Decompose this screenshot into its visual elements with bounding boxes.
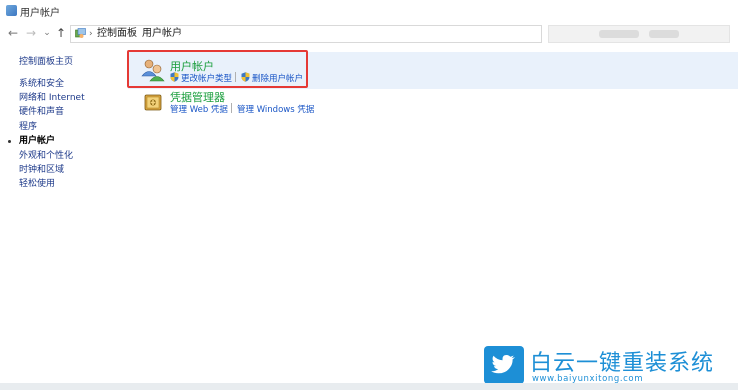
control-panel-icon [6, 5, 17, 16]
window-title: 用户帐户 [20, 8, 60, 19]
breadcrumb-separator: › [89, 29, 93, 39]
search-placeholder-blurred [649, 30, 679, 38]
breadcrumb-control-panel[interactable]: 控制面板 [97, 27, 137, 41]
back-arrow-icon[interactable]: ← [6, 25, 20, 41]
sidebar-item-programs[interactable]: 程序 [19, 121, 37, 133]
annotation-highlight-box [127, 50, 308, 88]
manage-web-credentials-link[interactable]: 管理 Web 凭据 [170, 103, 228, 115]
credential-manager-icon[interactable] [143, 92, 163, 112]
address-bar[interactable]: › 控制面板 › 用户帐户 › [70, 25, 542, 43]
search-placeholder-blurred [599, 30, 639, 38]
sidebar-item-ease-of-access[interactable]: 轻松使用 [19, 178, 55, 190]
current-item-bullet [8, 140, 11, 143]
recent-locations-chevron-icon[interactable]: ⌄ [40, 25, 54, 41]
sidebar-item-system-security[interactable]: 系统和安全 [19, 78, 64, 90]
sidebar-item-appearance[interactable]: 外观和个性化 [19, 150, 73, 162]
sidebar-item-clock-region[interactable]: 时钟和区域 [19, 164, 64, 176]
link-divider [231, 103, 232, 113]
title-bar: 用户帐户 [0, 0, 738, 22]
breadcrumb-separator: › [178, 29, 182, 39]
search-box[interactable] [548, 25, 730, 43]
breadcrumb-separator: › [133, 29, 137, 39]
sidebar-item-user-accounts[interactable]: 用户帐户 [19, 135, 55, 147]
sidebar-item-control-panel-home[interactable]: 控制面板主页 [19, 56, 73, 68]
manage-windows-credentials-link[interactable]: 管理 Windows 凭据 [237, 103, 314, 115]
watermark-text: 白云一键重装系统 [530, 351, 715, 376]
control-panel-breadcrumb-icon [75, 28, 86, 38]
up-arrow-icon[interactable]: ↑ [54, 25, 68, 41]
taskbar-edge [0, 383, 738, 390]
forward-arrow-icon[interactable]: → [24, 25, 38, 41]
breadcrumb-user-accounts[interactable]: 用户帐户 [142, 27, 182, 41]
sidebar-item-hardware-sound[interactable]: 硬件和声音 [19, 106, 64, 118]
twitter-bird-icon [484, 346, 524, 384]
sidebar-item-network-internet[interactable]: 网络和 Internet [19, 92, 85, 104]
